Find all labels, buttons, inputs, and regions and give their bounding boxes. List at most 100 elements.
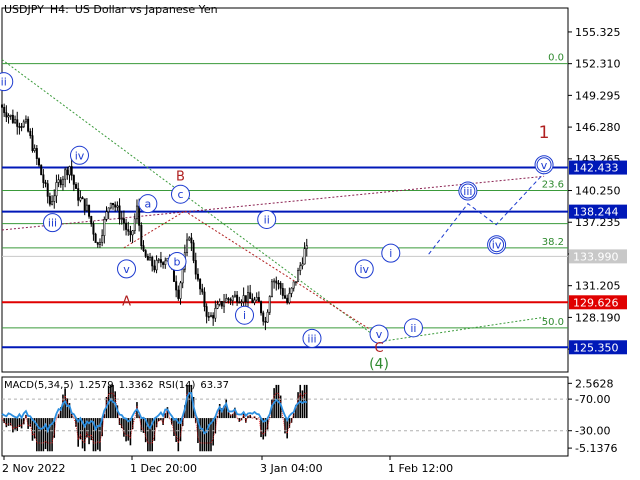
time-tick-label: 1 Feb 12:00	[388, 462, 453, 475]
wave-label: A	[122, 295, 131, 310]
candle-body	[77, 188, 80, 201]
candle-body	[88, 204, 91, 217]
price-level-value: 138.244	[573, 206, 619, 219]
wave-label: 1	[539, 123, 550, 143]
candle-body	[7, 115, 10, 118]
wave-label: iv	[75, 149, 85, 162]
wave-label: iv	[359, 263, 369, 276]
price-tick-label: 155.325	[575, 26, 621, 39]
wave-label: i	[243, 309, 246, 322]
candle-body	[249, 292, 252, 299]
candle-body	[122, 218, 125, 224]
indicator-tick-label: -30.00	[575, 425, 610, 438]
candle-body	[281, 287, 284, 296]
candle-body	[81, 197, 84, 200]
candle-body	[142, 245, 145, 251]
wave-label: i	[389, 247, 392, 260]
candle-body	[290, 287, 293, 294]
candle-body	[201, 288, 204, 293]
candle-body	[229, 299, 232, 301]
candle-body	[68, 166, 71, 176]
candle-body	[144, 250, 147, 257]
candle-body	[216, 304, 219, 309]
candle-body	[257, 297, 260, 302]
candle-body	[38, 158, 41, 166]
candle-body	[175, 281, 178, 291]
wave-label: ii	[410, 322, 416, 335]
candle-body	[301, 263, 304, 267]
wave-label: iii	[463, 185, 472, 198]
candle-body	[292, 281, 295, 289]
candle-body	[262, 312, 265, 322]
candle-body	[238, 301, 241, 304]
time-tick-label: 3 Jan 04:00	[260, 462, 323, 475]
candle-body	[192, 242, 195, 261]
candle-body	[131, 230, 134, 236]
wave-label: iv	[492, 239, 502, 252]
candle-body	[57, 179, 60, 183]
indicator-tick-label: -5.1376	[575, 442, 617, 455]
fib-level-label: 38.2	[542, 237, 564, 248]
wave-label: (4)	[369, 357, 389, 373]
chart-header: USDJPY H4: US Dollar vs Japanese Yen	[4, 3, 224, 16]
candle-body	[236, 294, 239, 303]
candle-body	[94, 233, 97, 243]
wave-label: B	[176, 169, 185, 184]
candle-body	[85, 204, 88, 211]
candle-body	[33, 148, 36, 151]
rsi-label: RSI(14)	[158, 380, 196, 391]
wave-label: v	[541, 159, 548, 172]
candle-body	[48, 196, 51, 205]
price-panel-frame	[1, 7, 569, 373]
candle-body	[253, 299, 256, 303]
price-tick-label: 128.190	[575, 311, 621, 324]
candle-body	[103, 219, 106, 236]
candle-body	[42, 174, 45, 183]
candle-body	[72, 175, 75, 185]
macd-value-2: 1.3362	[118, 380, 154, 391]
instrument-description: US Dollar vs Japanese Yen	[74, 3, 218, 16]
candle-body	[24, 118, 27, 123]
wave-label: v	[376, 328, 383, 341]
candle-body	[264, 321, 267, 323]
fib-level-label: 0.0	[548, 53, 564, 64]
candle-body	[155, 260, 158, 271]
candle-body	[196, 273, 199, 280]
candle-body	[179, 282, 182, 299]
candle-body	[297, 270, 300, 282]
candle-body	[3, 107, 6, 113]
candle-body	[92, 223, 95, 235]
candle-body	[90, 216, 93, 225]
candle-body	[101, 235, 104, 243]
candle-body	[223, 301, 226, 307]
candle-body	[112, 202, 115, 206]
candle-body	[260, 301, 263, 314]
candle-body	[212, 315, 215, 319]
candle-body	[277, 282, 280, 285]
macd-value-1: 1.2579	[78, 380, 114, 391]
candle-body	[75, 184, 78, 189]
candle-body	[105, 211, 108, 220]
trend-line	[1, 59, 382, 341]
candle-body	[35, 148, 38, 159]
candle-body	[16, 119, 19, 127]
candle-body	[181, 268, 184, 284]
candle-body	[96, 242, 99, 245]
candle-body	[303, 248, 306, 265]
wave-label: c	[177, 188, 183, 201]
wave-label: iii	[48, 217, 57, 230]
candle-body	[246, 292, 249, 303]
wave-label: C	[375, 341, 384, 356]
candle-body	[44, 182, 47, 184]
indicator-header: MACD(5,34,5) 1.2579 1.3362 RSI(14) 63.37	[4, 380, 234, 391]
candle-body	[186, 239, 189, 253]
wave-label: a	[144, 198, 151, 211]
candle-body	[279, 282, 282, 289]
candle-body	[146, 256, 149, 261]
candle-body	[149, 256, 152, 261]
candle-body	[18, 126, 21, 128]
wave-label: v	[123, 263, 130, 276]
candle-body	[151, 256, 154, 267]
fib-level-label: 23.6	[542, 180, 564, 191]
price-level-value: 129.626	[573, 296, 619, 309]
